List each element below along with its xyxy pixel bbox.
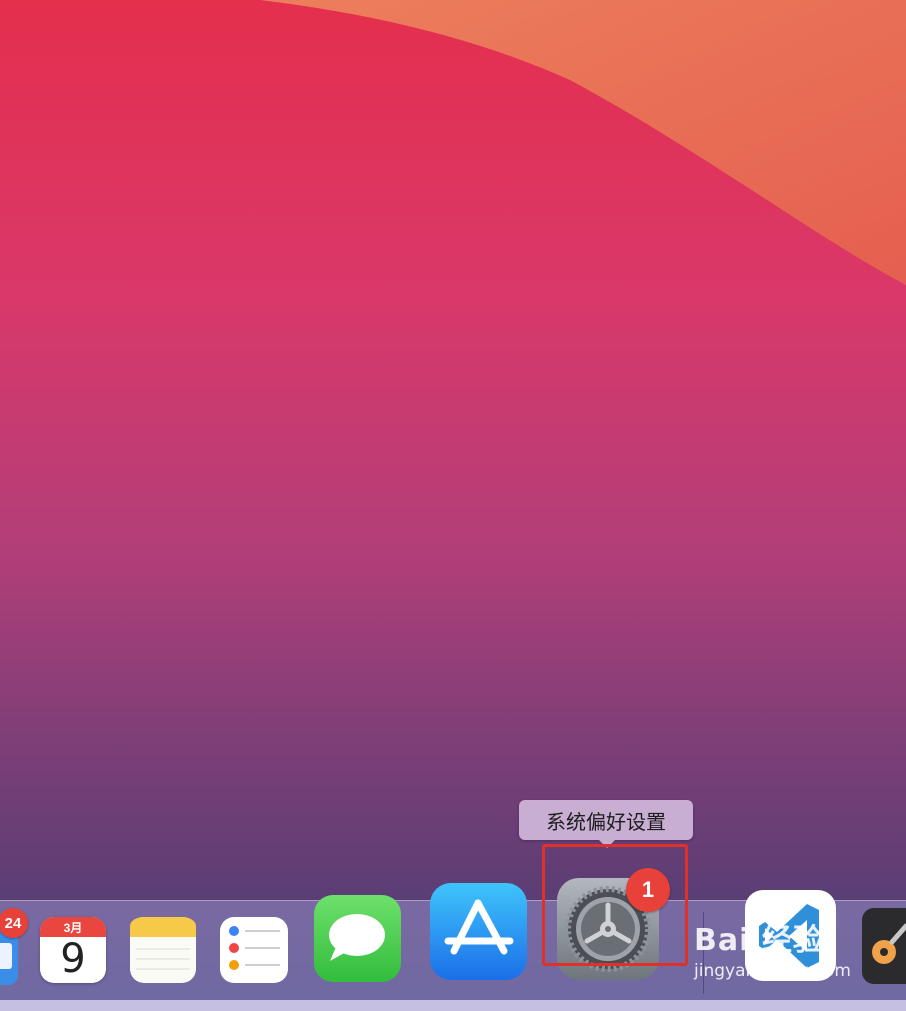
calendar-icon: 3月 9 [40, 917, 106, 983]
dock-item-reminders[interactable] [220, 917, 288, 983]
keychain-icon [862, 908, 906, 984]
highlight-box [542, 844, 688, 966]
reminders-icon [220, 917, 288, 983]
desktop-wallpaper [0, 0, 906, 1000]
tooltip-label: 系统偏好设置 [546, 809, 666, 834]
app-store-icon [430, 883, 527, 980]
dock-tooltip: 系统偏好设置 [519, 800, 693, 840]
dock-item-notes[interactable] [130, 917, 196, 983]
dock-item-app-store[interactable] [430, 883, 527, 980]
calendar-month: 3月 [63, 920, 83, 935]
dock-item-messages[interactable] [314, 895, 401, 982]
calendar-day: 9 [60, 936, 86, 982]
dock-item-calendar[interactable]: 3月 9 [40, 917, 106, 983]
notes-icon [130, 917, 196, 983]
watermark-url: jingyan.baidu.com [694, 961, 851, 981]
baidu-watermark: Bai 经验 jingyan.baidu.com [694, 915, 851, 981]
watermark-brand: Bai 经验 [694, 923, 824, 958]
messages-icon [314, 895, 401, 982]
dock-item-keychain[interactable] [862, 908, 906, 984]
